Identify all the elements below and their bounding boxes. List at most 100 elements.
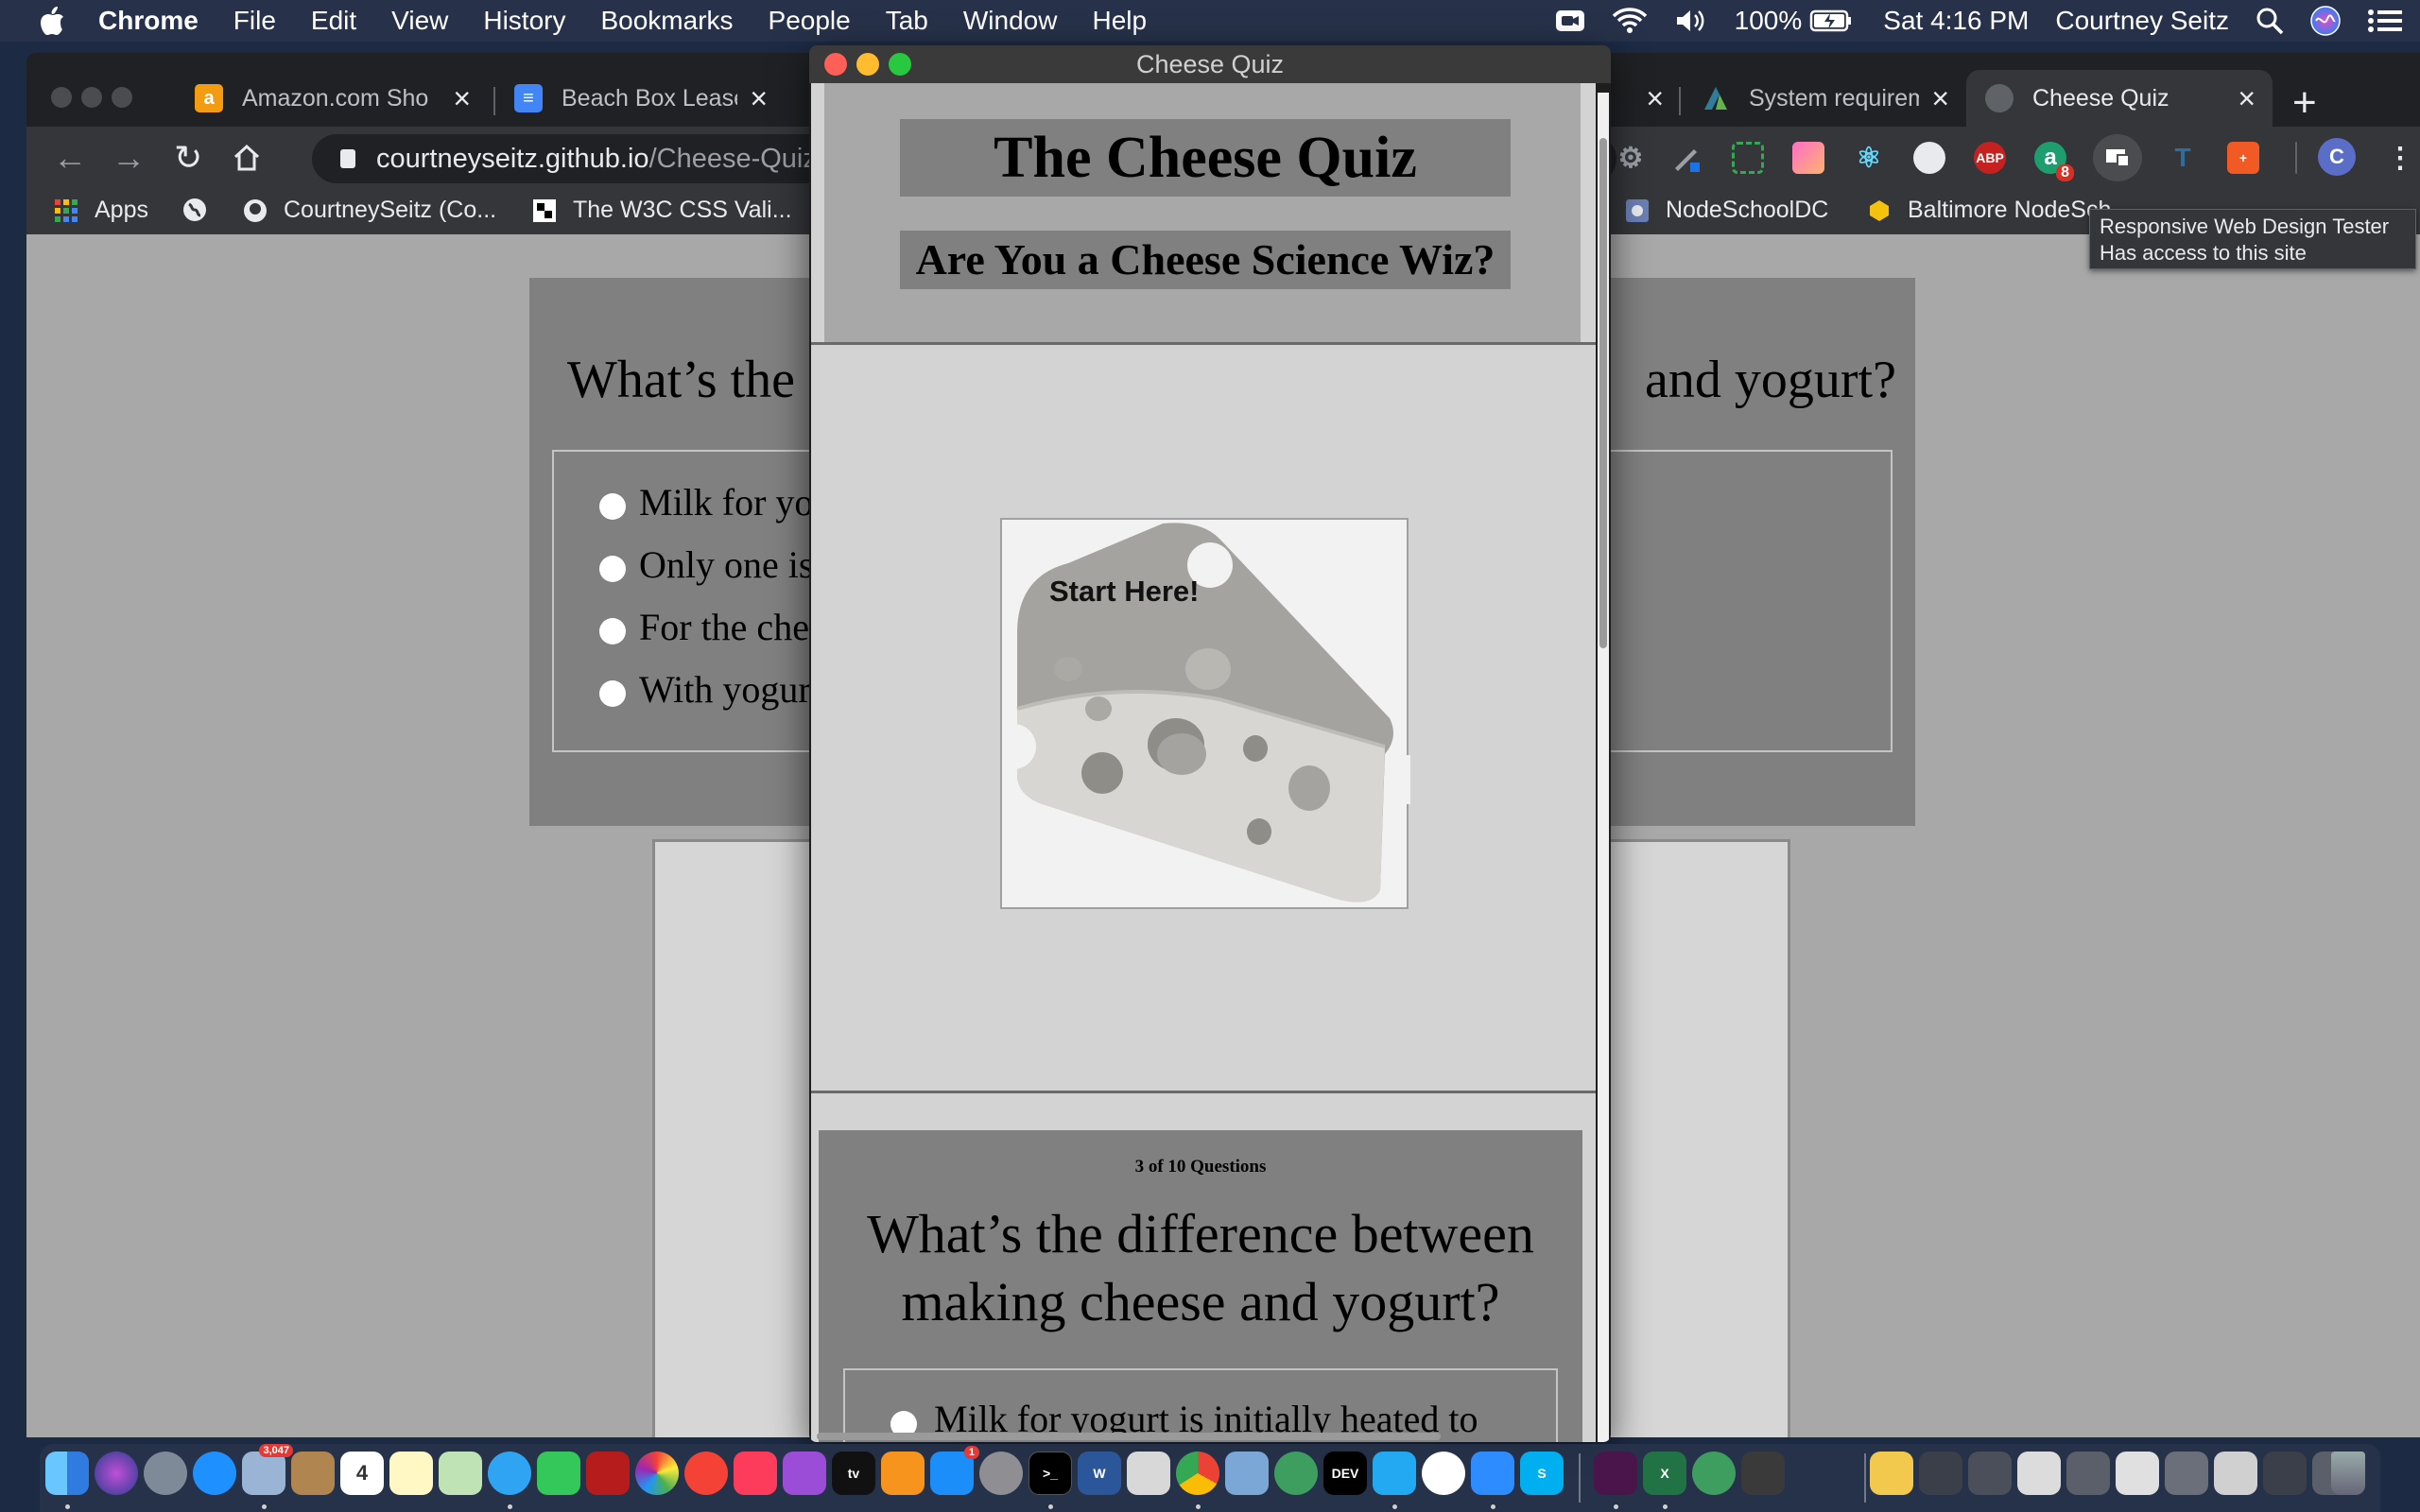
books-icon[interactable] (881, 1452, 925, 1495)
app-store-icon[interactable]: 1 (930, 1446, 979, 1495)
horizontal-scrollbar-thumb[interactable] (817, 1433, 1441, 1440)
wifi-icon[interactable] (1612, 8, 1648, 34)
notification-center-icon[interactable] (2367, 8, 2403, 34)
skype-icon[interactable]: S (1520, 1452, 1564, 1495)
notes-icon[interactable] (389, 1452, 433, 1495)
window-thumbnail[interactable] (1919, 1452, 1962, 1495)
menu-chrome[interactable]: Chrome (98, 6, 199, 36)
window-thumbnail[interactable] (2017, 1452, 2061, 1495)
atom-icon[interactable] (1274, 1452, 1318, 1495)
lock-icon[interactable] (340, 149, 355, 168)
close-tab-icon[interactable]: × (453, 81, 471, 116)
volume-icon[interactable] (1674, 8, 1708, 34)
photos-icon[interactable] (635, 1452, 679, 1495)
trash-icon[interactable] (2331, 1452, 2365, 1495)
adblock-plus-icon[interactable]: ABP (1974, 142, 2006, 174)
window-close-button[interactable] (51, 87, 72, 108)
photo-booth-icon[interactable] (586, 1452, 630, 1495)
github-desktop-icon[interactable] (1422, 1452, 1465, 1495)
word-icon[interactable]: W (1078, 1452, 1121, 1495)
close-tab-icon[interactable]: × (750, 81, 768, 116)
popup-scrollbar[interactable] (1598, 93, 1609, 1442)
menu-window[interactable]: Window (963, 6, 1058, 36)
podcasts-icon[interactable] (783, 1452, 826, 1495)
home-icon[interactable] (233, 144, 261, 172)
tab-hidden[interactable]: × (1624, 70, 1673, 127)
record-extension-icon[interactable] (1913, 142, 1945, 174)
window-thumbnail[interactable] (2214, 1452, 2257, 1495)
color-extension-icon[interactable] (1792, 142, 1824, 174)
zoom-icon[interactable] (1471, 1452, 1514, 1495)
responsive-tester-icon[interactable] (2093, 134, 2142, 181)
slack-icon[interactable] (1594, 1452, 1637, 1495)
back-arrow-icon[interactable]: ← (53, 138, 87, 178)
window-thumbnail[interactable] (2263, 1452, 2307, 1495)
siri-icon[interactable] (95, 1452, 138, 1495)
menubar-user[interactable]: Courtney Seitz (2055, 6, 2229, 36)
typography-extension-icon[interactable]: T (2167, 142, 2199, 174)
pen-extension-icon[interactable] (1671, 142, 1703, 174)
chrome-dock-icon[interactable] (1176, 1452, 1219, 1495)
news-icon[interactable] (684, 1452, 728, 1495)
react-devtools-icon[interactable]: ⚛ (1853, 142, 1885, 174)
preview-icon[interactable] (1127, 1452, 1170, 1495)
background-option[interactable]: For the che (599, 605, 809, 649)
window-thumbnail[interactable] (2165, 1452, 2208, 1495)
background-option[interactable]: With yogur (599, 667, 811, 712)
camera-icon[interactable] (1555, 8, 1585, 34)
background-option[interactable]: Milk for yo (599, 480, 813, 524)
forward-arrow-icon[interactable]: → (112, 138, 146, 178)
spotlight-search-icon[interactable] (2256, 7, 2284, 35)
menu-people[interactable]: People (769, 6, 851, 36)
mail-icon[interactable]: 3,047 (242, 1444, 293, 1495)
window-thumbnail[interactable] (2066, 1452, 2110, 1495)
radio-button[interactable] (599, 555, 626, 582)
vscode-icon[interactable] (1373, 1452, 1416, 1495)
contacts-icon[interactable] (291, 1452, 335, 1495)
reload-icon[interactable]: ↻ (174, 138, 202, 178)
menu-bookmarks[interactable]: Bookmarks (600, 6, 733, 36)
window-thumbnail[interactable] (1968, 1452, 2012, 1495)
menu-edit[interactable]: Edit (311, 6, 356, 36)
bookmark-baltimore-nodeschool[interactable]: Baltimore NodeSch (1866, 197, 2111, 224)
menu-history[interactable]: History (483, 6, 565, 36)
apple-icon[interactable] (38, 5, 66, 37)
start-button[interactable]: Start Here! (1000, 518, 1410, 909)
bookmark-globe[interactable] (182, 197, 223, 223)
gear-extension-icon[interactable]: ⚙ (1615, 142, 1647, 174)
bookmark-nodeschooldc[interactable]: NodeSchoolDC (1624, 197, 1828, 224)
close-tab-icon[interactable]: × (2238, 81, 2256, 116)
cheese-quiz-thumbnail[interactable] (1870, 1452, 1913, 1495)
screenshot-extension-icon[interactable] (1732, 142, 1764, 174)
chrome-menu-icon[interactable]: ⋮ (2384, 142, 2416, 174)
drive-icon[interactable] (1741, 1452, 1785, 1495)
launchpad-icon[interactable] (144, 1452, 187, 1495)
radio-button[interactable] (599, 679, 626, 707)
profile-avatar[interactable]: C (2318, 138, 2356, 176)
image-capture-icon[interactable] (1225, 1452, 1269, 1495)
popup-zoom-button[interactable] (889, 53, 911, 76)
popup-title-bar[interactable]: Cheese Quiz (809, 45, 1611, 83)
menu-tab[interactable]: Tab (886, 6, 928, 36)
finder-icon[interactable] (45, 1452, 89, 1495)
menu-file[interactable]: File (233, 6, 276, 36)
window-zoom-button[interactable] (112, 87, 132, 108)
scrollbar-thumb[interactable] (1599, 138, 1607, 648)
terminal-icon[interactable]: >_ (1028, 1452, 1072, 1495)
window-thumbnail[interactable] (2116, 1452, 2159, 1495)
orange-extension-icon[interactable]: + (2227, 142, 2259, 174)
maps-icon[interactable] (439, 1452, 482, 1495)
background-option[interactable]: Only one is (599, 542, 813, 587)
menu-view[interactable]: View (391, 6, 448, 36)
battery-icon[interactable] (1809, 9, 1853, 33)
menubar-clock[interactable]: Sat 4:16 PM (1883, 6, 2029, 36)
window-minimize-button[interactable] (81, 87, 102, 108)
tab-system-requirements[interactable]: System requirem × (1683, 70, 1966, 127)
popup-minimize-button[interactable] (856, 53, 879, 76)
system-preferences-icon[interactable] (979, 1452, 1023, 1495)
bookmark-apps[interactable]: Apps (53, 197, 148, 224)
tab-beach-box-lease[interactable]: ≡ Beach Box Lease × (495, 70, 785, 127)
excel-icon[interactable]: X (1643, 1452, 1686, 1495)
messages-icon[interactable] (488, 1452, 531, 1495)
menu-help[interactable]: Help (1092, 6, 1147, 36)
